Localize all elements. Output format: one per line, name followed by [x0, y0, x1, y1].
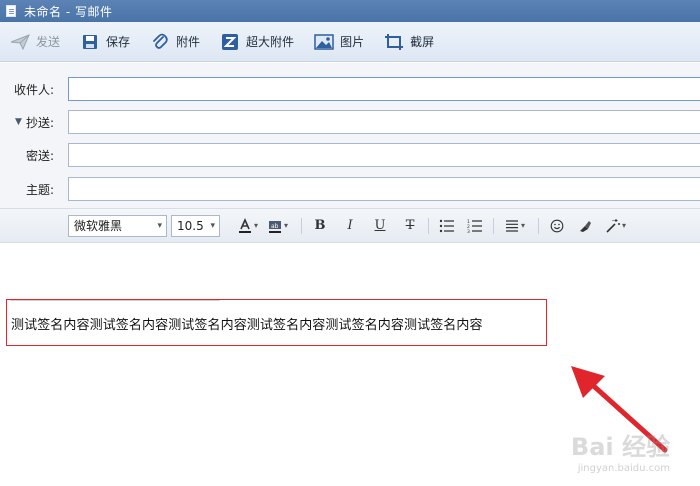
separator: [538, 217, 540, 234]
cc-label: 抄送:: [25, 115, 54, 130]
subject-field[interactable]: [68, 177, 700, 201]
attachment-label: 附件: [176, 35, 201, 49]
image-icon: [314, 33, 334, 51]
svg-text:ab: ab: [271, 223, 279, 230]
image-label: 图片: [340, 35, 365, 49]
chevron-down-icon: ▾: [210, 220, 215, 231]
baidu-watermark-url: jingyan.baidu.com: [577, 463, 670, 474]
underline-icon[interactable]: U: [369, 215, 391, 237]
subject-row: 主题:: [0, 176, 700, 202]
to-field[interactable]: [68, 77, 700, 101]
cc-field[interactable]: [68, 110, 700, 134]
svg-text:3: 3: [467, 229, 470, 233]
window-title: 未命名 - 写邮件: [24, 4, 113, 19]
numbered-list-icon[interactable]: 123: [464, 215, 486, 237]
bcc-field[interactable]: [68, 143, 700, 167]
attachment-button[interactable]: 附件: [150, 28, 200, 56]
bcc-label: 密送:: [25, 148, 54, 163]
magic-wand-dropdown-icon[interactable]: ▾: [622, 221, 626, 230]
separator: [428, 217, 430, 234]
save-icon: [80, 33, 100, 51]
image-button[interactable]: 图片: [314, 28, 364, 56]
font-size-value: 10.5: [177, 218, 204, 233]
cc-label-wrap[interactable]: ▼ 抄送:: [0, 114, 60, 131]
screenshot-label: 截屏: [410, 35, 435, 49]
font-size-select[interactable]: 10.5 ▾: [171, 214, 220, 237]
highlight-color-icon[interactable]: ab: [264, 215, 286, 237]
send-button[interactable]: 发送: [10, 28, 60, 56]
document-icon: [6, 5, 16, 17]
compose-window: 未命名 - 写邮件 发送 保存 附件 超大附件 图片 截屏 收件人: ▼ 抄送:…: [0, 0, 700, 486]
large-attachment-button[interactable]: 超大附件: [220, 28, 294, 56]
separator: [493, 217, 495, 234]
subject-label: 主题:: [25, 182, 54, 197]
send-label: 发送: [36, 35, 61, 49]
to-label: 收件人:: [13, 82, 54, 97]
strikethrough-icon[interactable]: T: [399, 215, 421, 237]
font-color-icon[interactable]: [234, 215, 256, 237]
main-toolbar: 发送 保存 附件 超大附件 图片 截屏: [0, 22, 700, 62]
format-toolbar: 微软雅黑 ▾ 10.5 ▾ ▾ ab ▾ B I U T 123 ▾ ▾: [0, 208, 700, 243]
cc-row: ▼ 抄送:: [0, 109, 700, 135]
font-family-value: 微软雅黑: [74, 219, 123, 233]
emoji-icon[interactable]: [546, 215, 568, 237]
italic-icon[interactable]: I: [339, 215, 361, 237]
large-attachment-label: 超大附件: [246, 35, 295, 49]
screenshot-button[interactable]: 截屏: [384, 28, 434, 56]
magic-wand-icon[interactable]: [602, 215, 624, 237]
align-icon[interactable]: [501, 215, 523, 237]
align-dropdown-icon[interactable]: ▾: [521, 221, 525, 230]
save-button[interactable]: 保存: [80, 28, 130, 56]
send-icon: [10, 33, 30, 51]
expand-triangle-icon[interactable]: ▼: [15, 117, 22, 127]
header-fields: 收件人: ▼ 抄送: 密送: 主题:: [0, 63, 700, 208]
to-row: 收件人:: [0, 76, 700, 102]
bullet-list-icon[interactable]: [436, 215, 458, 237]
format-painter-icon[interactable]: [574, 215, 596, 237]
large-attachment-icon: [220, 33, 240, 51]
font-family-select[interactable]: 微软雅黑 ▾: [68, 214, 167, 237]
chevron-down-icon: ▾: [157, 220, 162, 231]
font-color-dropdown-icon[interactable]: ▾: [254, 221, 258, 230]
highlight-dropdown-icon[interactable]: ▾: [284, 221, 288, 230]
screenshot-icon: [384, 33, 404, 51]
bold-icon[interactable]: B: [309, 215, 331, 237]
title-bar: 未命名 - 写邮件: [0, 0, 700, 22]
save-label: 保存: [106, 35, 131, 49]
baidu-watermark: Bai 经验: [570, 433, 670, 461]
paperclip-icon: [150, 33, 170, 51]
separator: [301, 217, 303, 234]
bcc-row: 密送:: [0, 142, 700, 168]
signature-text: 测试签名内容测试签名内容测试签名内容测试签名内容测试签名内容测试签名内容: [11, 318, 483, 333]
